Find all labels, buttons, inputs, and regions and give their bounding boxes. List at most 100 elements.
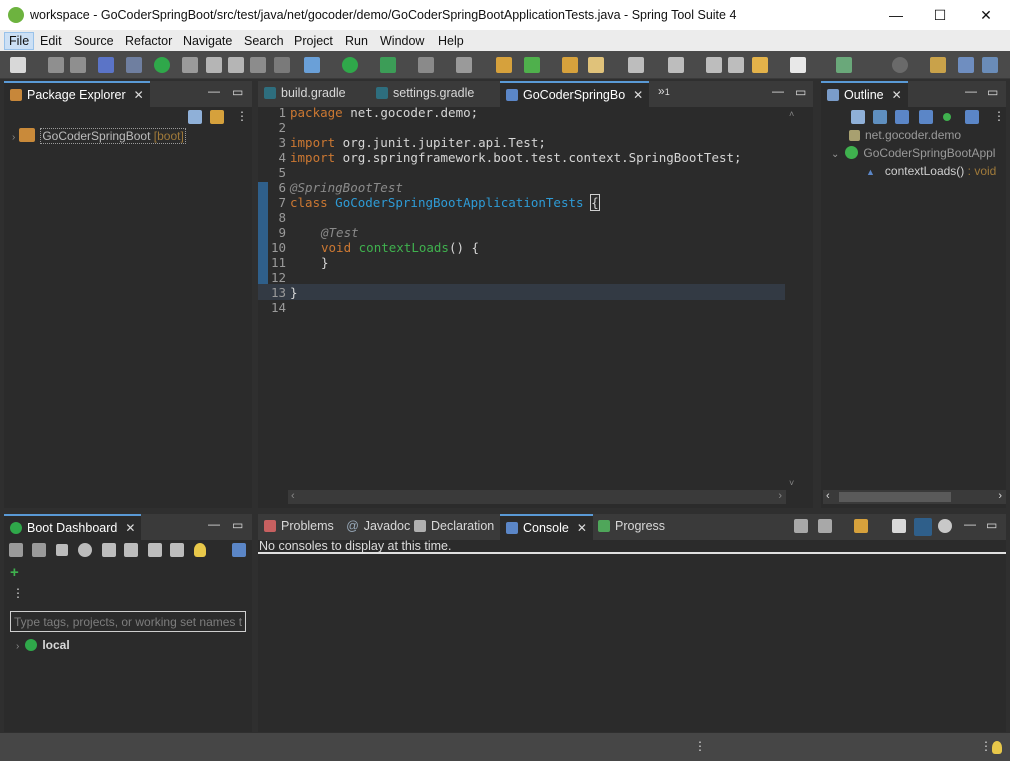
lightbulb-icon[interactable] bbox=[194, 543, 206, 557]
close-button[interactable]: ✕ bbox=[963, 0, 1009, 30]
scroll-right-icon[interactable]: › bbox=[778, 490, 782, 502]
java-perspective-icon[interactable] bbox=[958, 57, 974, 73]
pen-icon[interactable] bbox=[588, 57, 604, 73]
save-all-icon[interactable] bbox=[70, 57, 86, 73]
menu-source[interactable]: Source bbox=[70, 32, 118, 50]
scroll-left-icon[interactable]: ‹ bbox=[291, 490, 295, 502]
maximize-view-icon[interactable]: ▭ bbox=[232, 85, 243, 99]
back-arrow-icon[interactable] bbox=[752, 57, 768, 73]
maximize-view-icon[interactable]: ▭ bbox=[795, 85, 806, 99]
status-menu-icon[interactable]: ⋮ bbox=[980, 739, 992, 753]
tab-boot-dashboard[interactable]: Boot Dashboard ✕ bbox=[4, 514, 142, 540]
view-menu-icon[interactable]: ⋮ bbox=[993, 109, 1005, 123]
minimize-view-icon[interactable]: — bbox=[964, 517, 976, 531]
minimize-view-icon[interactable]: — bbox=[208, 517, 220, 531]
back-edit-icon[interactable] bbox=[706, 57, 722, 73]
scroll-down-icon[interactable]: ˅ bbox=[789, 478, 794, 488]
menu-refactor[interactable]: Refactor bbox=[121, 32, 176, 50]
open-console-icon[interactable] bbox=[854, 519, 868, 533]
pin-icon[interactable] bbox=[456, 57, 472, 73]
tab-settings-gradle[interactable]: settings.gradle bbox=[370, 81, 480, 107]
display-console-icon[interactable] bbox=[818, 519, 832, 533]
forward-edit-icon[interactable] bbox=[728, 57, 744, 73]
share-icon[interactable] bbox=[836, 57, 852, 73]
menu-edit[interactable]: Edit bbox=[36, 32, 66, 50]
tab-build-gradle[interactable]: build.gradle bbox=[258, 81, 352, 107]
close-icon[interactable]: ✕ bbox=[125, 521, 135, 535]
run-icon[interactable] bbox=[342, 57, 358, 73]
maximize-view-icon[interactable]: ▭ bbox=[232, 518, 243, 532]
chevron-right-icon[interactable]: › bbox=[12, 132, 15, 143]
menu-navigate[interactable]: Navigate bbox=[179, 32, 236, 50]
lightbulb-icon[interactable] bbox=[992, 741, 1002, 754]
next-annotation-icon[interactable] bbox=[628, 57, 644, 73]
maximize-view-icon[interactable]: ▭ bbox=[987, 85, 998, 99]
outline-method[interactable]: ▲ contextLoads() : void bbox=[866, 164, 996, 178]
menu-window[interactable]: Window bbox=[376, 32, 428, 50]
menu-project[interactable]: Project bbox=[290, 32, 337, 50]
minimize-view-icon[interactable]: — bbox=[965, 84, 977, 98]
tab-problems[interactable]: Problems bbox=[258, 514, 340, 540]
refresh-icon[interactable] bbox=[124, 543, 138, 557]
copy-icon[interactable] bbox=[892, 519, 906, 533]
minimize-view-icon[interactable]: — bbox=[208, 84, 220, 98]
filter-icon[interactable] bbox=[232, 543, 246, 557]
block-selection-icon[interactable] bbox=[250, 57, 266, 73]
hide-fields-icon[interactable] bbox=[895, 110, 909, 124]
close-icon[interactable]: ✕ bbox=[134, 88, 144, 102]
open-folder-icon[interactable] bbox=[562, 57, 578, 73]
debug-perspective-icon[interactable] bbox=[982, 57, 998, 73]
chevron-right-icon[interactable]: › bbox=[16, 641, 19, 652]
save-icon[interactable] bbox=[48, 57, 64, 73]
more-tabs-button[interactable]: »1 bbox=[658, 84, 670, 98]
tab-console[interactable]: Console ✕ bbox=[500, 514, 593, 540]
scroll-left-icon[interactable]: ‹ bbox=[826, 490, 830, 502]
edit-icon[interactable] bbox=[148, 543, 162, 557]
close-icon[interactable]: ✕ bbox=[633, 88, 643, 102]
menu-help[interactable]: Help bbox=[434, 32, 468, 50]
stop-icon[interactable] bbox=[418, 57, 434, 73]
forward-arrow-icon[interactable] bbox=[790, 57, 806, 73]
add-icon[interactable]: + bbox=[10, 564, 19, 581]
open-perspective-icon[interactable] bbox=[930, 57, 946, 73]
scroll-up-icon[interactable]: ˄ bbox=[789, 109, 794, 119]
scroll-right-icon[interactable]: › bbox=[998, 490, 1002, 502]
search-icon[interactable] bbox=[892, 57, 908, 73]
open-task-icon[interactable] bbox=[228, 57, 244, 73]
search-console-icon[interactable] bbox=[126, 57, 142, 73]
chevron-down-icon[interactable]: ⌄ bbox=[831, 149, 839, 160]
tab-progress[interactable]: Progress bbox=[592, 514, 671, 540]
tab-javadoc[interactable]: @ Javadoc bbox=[340, 514, 416, 540]
outline-class[interactable]: ⌄ GoCoderSpringBootAppl bbox=[831, 146, 1006, 160]
open-browser-icon[interactable] bbox=[78, 543, 92, 557]
show-whitespace-icon[interactable] bbox=[274, 57, 290, 73]
sort-icon[interactable] bbox=[873, 110, 887, 124]
new-icon[interactable] bbox=[10, 57, 26, 73]
boot-dashboard-icon[interactable] bbox=[154, 57, 170, 73]
tree-item-local[interactable]: › local bbox=[16, 638, 70, 652]
view-menu-icon[interactable]: ⋮ bbox=[236, 109, 248, 123]
properties-icon[interactable] bbox=[170, 543, 184, 557]
refresh-icon[interactable] bbox=[524, 57, 540, 73]
external-tools-icon[interactable] bbox=[380, 57, 396, 73]
tab-declaration[interactable]: Declaration bbox=[408, 514, 500, 540]
previous-annotation-icon[interactable] bbox=[668, 57, 684, 73]
scrollbar-thumb[interactable] bbox=[839, 492, 951, 502]
start-icon[interactable] bbox=[9, 543, 23, 557]
collapse-all-icon[interactable] bbox=[851, 110, 865, 124]
toggle-icon[interactable] bbox=[182, 57, 198, 73]
filter-input[interactable] bbox=[10, 611, 246, 632]
debug-icon[interactable] bbox=[32, 543, 46, 557]
terminal-icon[interactable] bbox=[98, 57, 114, 73]
hide-static-icon[interactable] bbox=[919, 110, 933, 124]
link-with-editor-icon[interactable] bbox=[210, 110, 224, 124]
stop-icon[interactable] bbox=[56, 544, 68, 556]
gear-icon[interactable] bbox=[938, 519, 952, 533]
horizontal-scrollbar[interactable]: ‹ › bbox=[288, 490, 786, 504]
horizontal-scrollbar[interactable]: ‹ › bbox=[823, 490, 1006, 504]
debug-icon[interactable] bbox=[304, 57, 320, 73]
close-icon[interactable]: ✕ bbox=[577, 521, 587, 535]
minimize-button[interactable]: — bbox=[873, 0, 919, 30]
outline-package[interactable]: net.gocoder.demo bbox=[849, 128, 961, 142]
vertical-scrollbar[interactable]: ˄ ˅ bbox=[786, 107, 800, 490]
